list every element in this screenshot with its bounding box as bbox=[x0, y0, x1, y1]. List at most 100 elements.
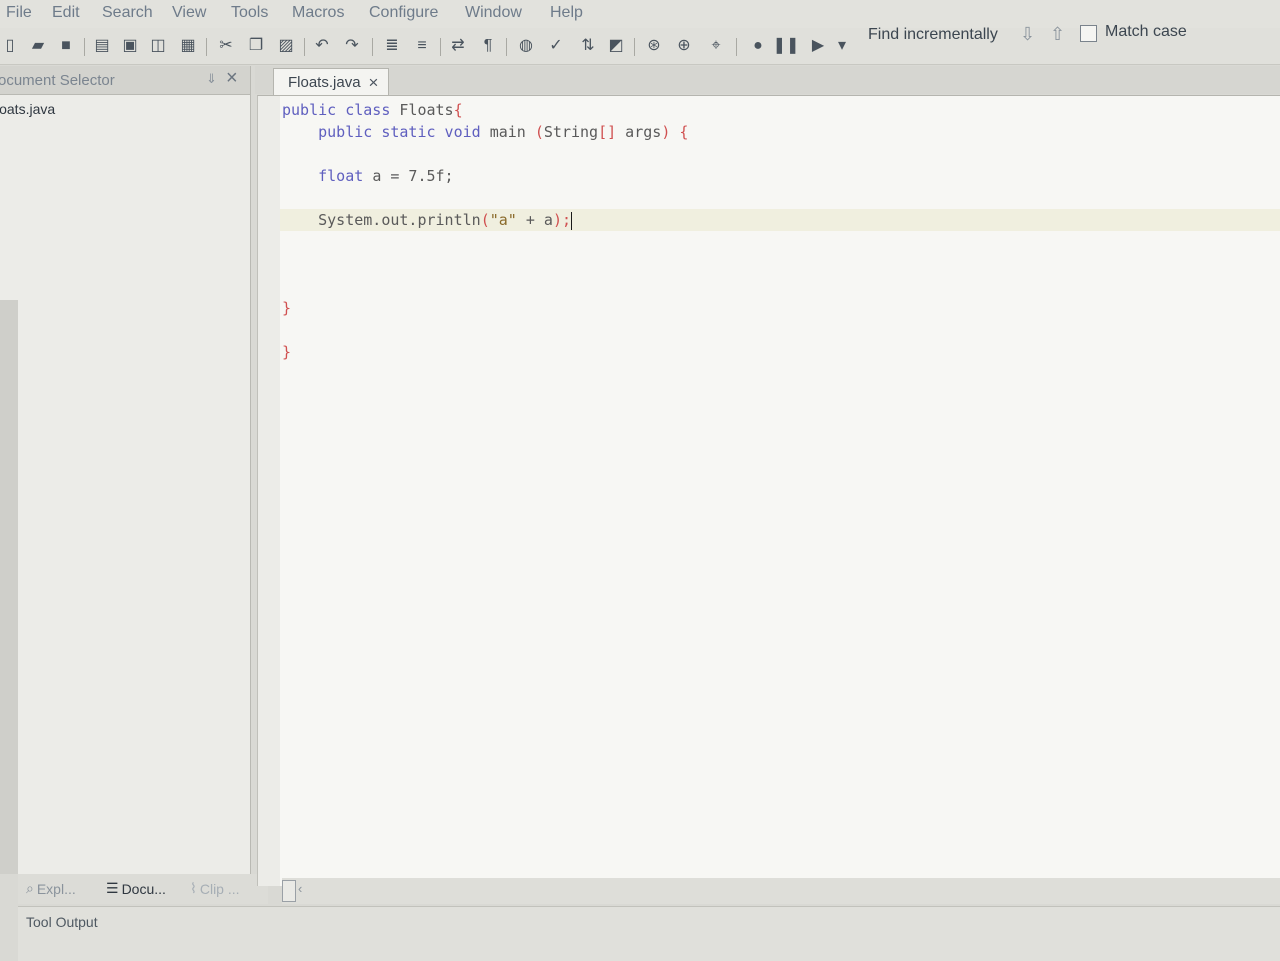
word-wrap-icon[interactable]: ⇄ bbox=[448, 36, 468, 56]
code-line[interactable]: } bbox=[282, 298, 291, 318]
code-token: Floats bbox=[399, 101, 454, 119]
toolbar-overflow-icon[interactable]: ▾ bbox=[832, 36, 852, 56]
toolbar-separator bbox=[440, 38, 441, 56]
compare-icon[interactable]: ◩ bbox=[606, 36, 626, 56]
pause-macro-icon[interactable]: ❚❚ bbox=[773, 36, 800, 56]
toolbar-separator bbox=[634, 38, 635, 56]
toolbar-separator bbox=[736, 38, 737, 56]
globe-icon[interactable]: ◍ bbox=[516, 36, 536, 56]
record-macro-icon[interactable]: ● bbox=[748, 36, 768, 56]
find-previous-icon[interactable]: ⇧ bbox=[1050, 24, 1065, 45]
scroll-left-icon[interactable]: ‹ bbox=[298, 881, 302, 896]
code-token: a = 7.5f; bbox=[372, 167, 454, 185]
code-token: args bbox=[616, 123, 662, 141]
goto-icon[interactable]: ⌖ bbox=[706, 36, 726, 56]
menu-help[interactable]: Help bbox=[550, 4, 583, 22]
toolbar-separator bbox=[206, 38, 207, 56]
close-file-icon[interactable]: ▦ bbox=[178, 36, 198, 56]
code-token: String bbox=[543, 123, 599, 141]
menu-window[interactable]: Window bbox=[465, 4, 522, 22]
menu-configure[interactable]: Configure bbox=[369, 4, 438, 22]
document-selector-panel: ocument Selector ⇓ × loats.java bbox=[0, 66, 251, 874]
play-macro-icon[interactable]: ▶ bbox=[808, 36, 828, 56]
code-token: float bbox=[282, 167, 373, 185]
find-next-icon[interactable]: ⇩ bbox=[1020, 24, 1035, 45]
code-token: [] bbox=[598, 123, 617, 141]
code-token: + a bbox=[516, 211, 553, 229]
toolbar-separator bbox=[506, 38, 507, 56]
code-token: System.out.println bbox=[282, 211, 481, 229]
editor-gutter bbox=[258, 96, 280, 886]
find-icon[interactable]: ⊛ bbox=[644, 36, 664, 56]
tab-clip[interactable]: ⌇ Clip ... bbox=[190, 880, 240, 897]
code-token: ( bbox=[534, 123, 544, 141]
side-panel-tabs: ⌕ Expl... ☰ Docu... ⌇ Clip ... bbox=[18, 874, 268, 904]
code-line[interactable]: } bbox=[282, 342, 291, 362]
find-replace-icon[interactable]: ⊕ bbox=[674, 36, 694, 56]
indent-icon[interactable]: ≣ bbox=[382, 36, 402, 56]
unindent-icon[interactable]: ≡ bbox=[412, 36, 432, 56]
toolbar-separator bbox=[84, 38, 85, 56]
code-token: ( bbox=[480, 211, 490, 229]
editor-tab-label: Floats.java bbox=[288, 73, 361, 91]
save-all-icon[interactable]: ▤ bbox=[92, 36, 112, 56]
menu-view[interactable]: View bbox=[172, 4, 206, 22]
menu-macros[interactable]: Macros bbox=[292, 4, 344, 22]
code-token: "a" bbox=[489, 211, 517, 229]
match-case-label: Match case bbox=[1105, 23, 1187, 40]
print-icon[interactable]: ▣ bbox=[120, 36, 140, 56]
find-incrementally-label[interactable]: Find incrementally bbox=[868, 26, 998, 44]
print-preview-icon[interactable]: ◫ bbox=[148, 36, 168, 56]
text-caret bbox=[571, 211, 572, 230]
tab-explorer[interactable]: ⌕ Expl... bbox=[26, 880, 76, 897]
document-selector-title: ocument Selector bbox=[0, 72, 115, 89]
cut-icon[interactable]: ✂ bbox=[216, 36, 236, 56]
clip-icon: ⌇ bbox=[190, 880, 197, 896]
code-token: } bbox=[282, 343, 292, 361]
code-editor[interactable]: public class Floats{ public static void … bbox=[257, 95, 1280, 886]
menu-edit[interactable]: Edit bbox=[52, 4, 80, 22]
code-token: public static void bbox=[282, 123, 490, 141]
code-token: { bbox=[453, 101, 463, 119]
code-line[interactable]: public class Floats{ bbox=[282, 100, 463, 120]
scroll-handle[interactable] bbox=[282, 880, 296, 902]
panel-edge bbox=[0, 300, 18, 874]
document-selector-header: ocument Selector ⇓ × bbox=[0, 66, 250, 95]
code-line[interactable]: float a = 7.5f; bbox=[282, 166, 454, 186]
code-line[interactable]: public static void main (String[] args) … bbox=[282, 122, 688, 142]
code-token: public class bbox=[282, 101, 400, 119]
undo-icon[interactable]: ↶ bbox=[312, 36, 332, 56]
tool-output-label: Tool Output bbox=[26, 914, 98, 930]
horizontal-scrollbar[interactable]: ‹ bbox=[282, 878, 1280, 904]
close-icon[interactable]: × bbox=[226, 67, 238, 90]
tab-documents[interactable]: ☰ Docu... bbox=[106, 880, 166, 897]
match-case-checkbox[interactable] bbox=[1080, 25, 1097, 42]
menu-file[interactable]: File bbox=[6, 4, 32, 22]
menu-bar: File Edit Search View Tools Macros Confi… bbox=[0, 0, 1280, 28]
tool-output-panel: Tool Output bbox=[18, 906, 1280, 961]
sort-icon[interactable]: ⇅ bbox=[578, 36, 598, 56]
editor-tab-bar: Floats.java × bbox=[255, 66, 1280, 95]
code-token: ); bbox=[552, 211, 571, 229]
paste-icon[interactable]: ▨ bbox=[276, 36, 296, 56]
code-line[interactable]: System.out.println("a" + a); bbox=[282, 210, 572, 230]
code-token: main bbox=[489, 123, 535, 141]
menu-tools[interactable]: Tools bbox=[231, 4, 268, 22]
document-list-item[interactable]: loats.java bbox=[0, 101, 55, 117]
menu-search[interactable]: Search bbox=[102, 4, 153, 22]
search-folder-icon: ⌕ bbox=[26, 880, 34, 896]
code-token: ) { bbox=[661, 123, 689, 141]
tab-floats-java[interactable]: Floats.java × bbox=[273, 68, 390, 95]
documents-icon: ☰ bbox=[106, 880, 119, 896]
toolbar-separator bbox=[304, 38, 305, 56]
copy-icon[interactable]: ❐ bbox=[246, 36, 266, 56]
new-file-icon[interactable]: ▯ bbox=[0, 36, 20, 56]
paragraph-icon[interactable]: ¶ bbox=[478, 36, 498, 56]
close-tab-icon[interactable]: × bbox=[369, 74, 379, 91]
open-folder-icon[interactable]: ▰ bbox=[28, 36, 48, 56]
redo-icon[interactable]: ↷ bbox=[342, 36, 362, 56]
spellcheck-icon[interactable]: ✓ bbox=[546, 36, 566, 56]
pin-icon[interactable]: ⇓ bbox=[206, 71, 217, 87]
toolbar-separator bbox=[372, 38, 373, 56]
save-icon[interactable]: ■ bbox=[56, 36, 76, 56]
